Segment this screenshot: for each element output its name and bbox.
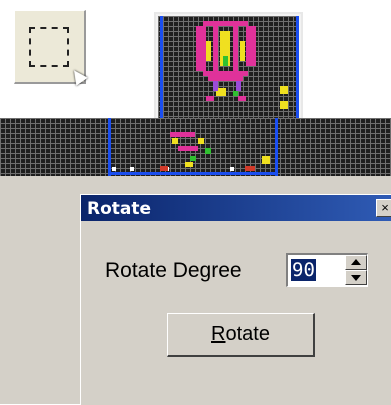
rotate-button-label: otate	[225, 323, 270, 345]
mouse-cursor-icon	[68, 66, 88, 86]
pixel-canvas[interactable]	[0, 118, 391, 176]
dialog-titlebar[interactable]: Rotate ×	[81, 195, 391, 221]
thumbnail-preview	[154, 12, 303, 130]
rotate-button-mnemonic: R	[211, 323, 226, 345]
rotate-degree-label: Rotate Degree	[105, 259, 242, 282]
rotate-dialog: Rotate × Rotate Degree 90 Rotate	[80, 194, 391, 405]
close-icon[interactable]: ×	[376, 199, 391, 217]
arrow-up-icon	[351, 259, 361, 265]
rectangle-select-icon	[29, 27, 69, 67]
arrow-down-icon	[351, 275, 361, 281]
rectangle-select-tool-button[interactable]	[14, 10, 88, 86]
rotate-button[interactable]: Rotate	[167, 313, 315, 357]
spin-down-button[interactable]	[345, 270, 367, 285]
thumbnail-pixel-art	[160, 16, 299, 126]
dialog-title: Rotate	[87, 199, 152, 219]
spinner-arrows	[345, 255, 367, 286]
rotate-degree-input[interactable]: 90	[291, 259, 316, 281]
rotate-degree-spinner[interactable]: 90	[286, 253, 368, 287]
canvas-pixel-art	[108, 118, 278, 176]
spin-up-button[interactable]	[345, 255, 367, 270]
